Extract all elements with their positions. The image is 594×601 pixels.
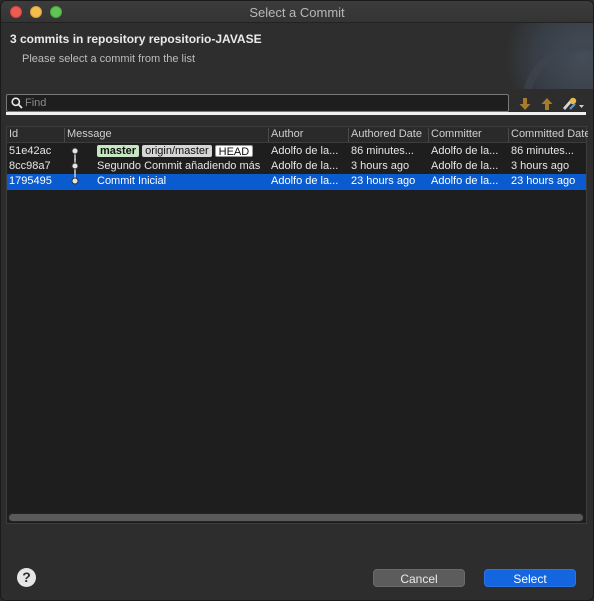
dialog-header: 3 commits in repository repositorio-JAVA… (1, 23, 593, 89)
column-header-author[interactable]: Author (268, 128, 348, 142)
commit-author: Adolfo de la... (271, 160, 339, 172)
commit-author: Adolfo de la... (271, 145, 339, 157)
commit-row[interactable]: 51e42ac master origin/master HEAD Adolfo d… (7, 144, 586, 160)
previous-match-button[interactable] (538, 95, 556, 113)
commit-message: Segundo Commit añadiendo más (97, 160, 261, 172)
scrollbar-thumb[interactable] (9, 514, 583, 521)
column-header-committed-date[interactable]: Committed Date (508, 128, 588, 142)
branch-tag-origin-master: origin/master (142, 145, 212, 157)
commit-graph-node (71, 174, 79, 185)
commit-row-selected[interactable]: 1795495 Commit Inicial Adolfo de la... 2… (7, 174, 586, 190)
window-title: Select a Commit (249, 5, 345, 20)
title-bar: Select a Commit (1, 1, 593, 23)
find-input[interactable] (25, 95, 505, 111)
commit-committer: Adolfo de la... (431, 160, 499, 172)
horizontal-scrollbar[interactable] (8, 513, 584, 522)
column-header-message[interactable]: Message (64, 128, 268, 142)
arrow-up-icon (541, 98, 553, 110)
branch-tag-master: master (97, 145, 140, 157)
commit-authored-date: 23 hours ago (351, 175, 416, 187)
commit-id: 51e42ac (9, 145, 52, 157)
next-match-button[interactable] (516, 95, 534, 113)
commit-table[interactable]: Id Message Author Authored Date Committe… (6, 126, 588, 524)
filter-options-button[interactable] (560, 95, 586, 113)
arrow-down-icon (519, 98, 531, 110)
commit-authored-date: 86 minutes... (351, 145, 414, 157)
commit-row[interactable]: 8cc98a7 Segundo Commit añadiendo más Ado… (7, 159, 586, 175)
commit-committer: Adolfo de la... (431, 145, 499, 157)
commit-id: 1795495 (9, 175, 52, 187)
commit-committed-date: 3 hours ago (511, 160, 570, 172)
commit-authored-date: 3 hours ago (351, 160, 410, 172)
column-header-committer[interactable]: Committer (428, 128, 508, 142)
commit-committed-date: 86 minutes... (511, 145, 574, 157)
commit-message: Commit Inicial (97, 175, 167, 187)
commit-message: master origin/master HEAD (95, 145, 268, 159)
select-button[interactable]: Select (484, 569, 576, 587)
filter-icon (563, 97, 584, 110)
find-field[interactable] (6, 94, 509, 112)
cancel-button[interactable]: Cancel (373, 569, 465, 587)
help-button[interactable]: ? (17, 568, 36, 587)
column-header-id[interactable]: Id (7, 128, 64, 142)
select-commit-dialog: Select a Commit 3 commits in repository … (0, 0, 594, 601)
commit-id: 8cc98a7 (9, 160, 51, 172)
commit-committed-date: 23 hours ago (511, 175, 576, 187)
search-icon (11, 97, 23, 109)
commit-graph-node (71, 159, 79, 175)
header-subtitle: Please select a commit from the list (22, 53, 196, 65)
commit-committer: Adolfo de la... (431, 175, 499, 187)
column-header-authored-date[interactable]: Authored Date (348, 128, 428, 142)
commit-graph-node (71, 147, 79, 160)
header-title: 3 commits in repository repositorio-JAVA… (10, 32, 262, 46)
find-field-underline (6, 112, 586, 115)
table-header: Id Message Author Authored Date Committe… (7, 127, 588, 143)
ref-tag-head: HEAD (214, 145, 254, 158)
commit-author: Adolfo de la... (271, 175, 339, 187)
